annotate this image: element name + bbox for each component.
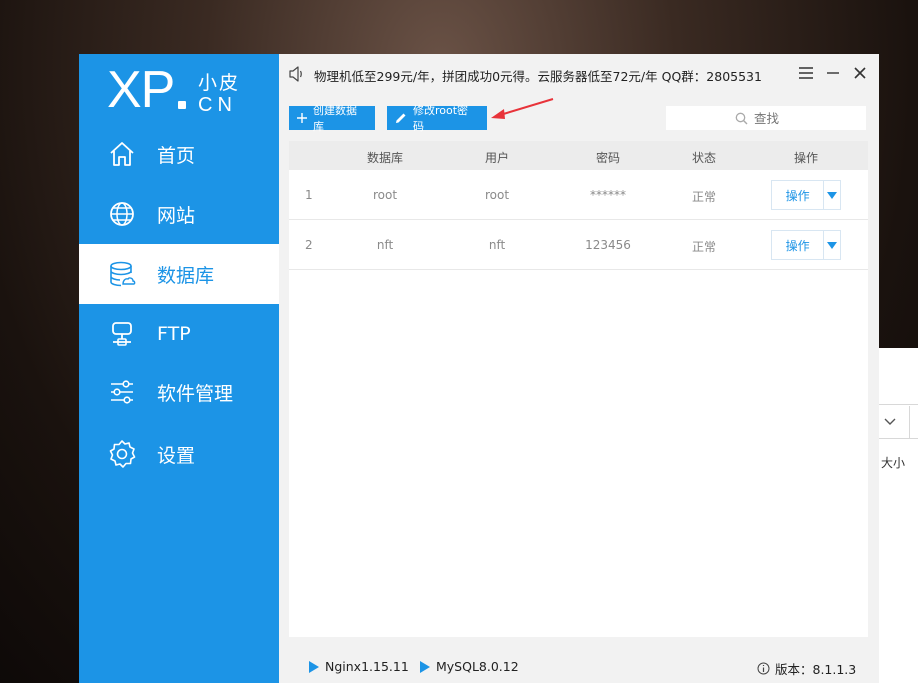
sidebar-item-label: 数据库	[157, 264, 215, 287]
logo-small-text: 小皮	[198, 72, 241, 94]
minimize-icon[interactable]	[824, 64, 842, 82]
chevron-down-icon[interactable]	[884, 416, 896, 429]
status-cell: 正常	[691, 190, 717, 204]
action-button-label[interactable]: 操作	[772, 231, 823, 259]
sidebar-item-ftp[interactable]: FTP	[79, 304, 279, 364]
table-header: 数据库 用户 密码 状态 操作	[289, 141, 868, 170]
plus-icon	[297, 113, 307, 123]
sidebar-item-label: FTP	[157, 323, 191, 345]
row-index: 2	[305, 238, 313, 252]
create-database-button[interactable]: 创建数据库	[289, 104, 375, 133]
background-divider	[878, 438, 918, 439]
logo-cn-text: CN	[198, 94, 237, 116]
logo-dot	[178, 101, 186, 109]
background-window: 大小	[878, 348, 918, 683]
main-panel: 物理机低至299元/年，拼团成功0元得。云服务器低至72元/年 QQ群：2805…	[279, 54, 879, 683]
menu-icon[interactable]	[797, 64, 815, 82]
database-table: 数据库 用户 密码 状态 操作 1 root root ****** 正常 操作	[289, 141, 868, 637]
info-icon	[757, 662, 770, 675]
logo-xp-text: XP	[107, 61, 175, 119]
column-header-status: 状态	[691, 151, 717, 165]
pencil-icon	[395, 112, 407, 124]
promo-notice[interactable]: 物理机低至299元/年，拼团成功0元得。云服务器低至72元/年 QQ群：2805…	[314, 66, 762, 85]
globe-icon	[107, 199, 137, 229]
table-row: 2 nft nft 123456 正常 操作	[289, 220, 868, 270]
user-cell: nft	[488, 238, 506, 252]
status-footer: Nginx1.15.11 MySQL8.0.12 版本：8.1.1.3	[279, 651, 879, 681]
sidebar-item-settings[interactable]: 设置	[79, 424, 279, 484]
phpstudy-window: XP 小皮 CN 首页 网站 数据库 FTP 软件管理 设置 物理机低至299元…	[79, 54, 879, 683]
sidebar-item-database[interactable]: 数据库	[79, 244, 279, 304]
status-cell: 正常	[691, 240, 717, 254]
column-header-password: 密码	[595, 151, 621, 165]
version-text: 版本：8.1.1.3	[775, 662, 857, 677]
sidebar-item-label: 设置	[157, 444, 196, 467]
logo: XP 小皮 CN	[107, 60, 257, 120]
search-icon[interactable]	[735, 112, 748, 125]
top-bar: 物理机低至299元/年，拼团成功0元得。云服务器低至72元/年 QQ群：2805…	[279, 54, 879, 94]
password-cell: ******	[590, 188, 626, 202]
annotation-arrow	[491, 98, 554, 119]
search-box[interactable]	[666, 106, 874, 130]
caret-down-icon[interactable]	[823, 231, 840, 259]
sidebar: XP 小皮 CN 首页 网站 数据库 FTP 软件管理 设置	[79, 54, 279, 683]
action-dropdown-button[interactable]: 操作	[771, 180, 841, 210]
mysql-status[interactable]: MySQL8.0.12	[420, 659, 519, 674]
column-header-user: 用户	[484, 151, 510, 165]
database-cell: root	[372, 188, 398, 202]
modify-root-password-button[interactable]: 修改root密码	[387, 104, 487, 133]
sidebar-item-label: 软件管理	[157, 382, 234, 405]
database-cell: nft	[376, 238, 394, 252]
caret-down-icon[interactable]	[823, 181, 840, 209]
close-icon[interactable]	[851, 64, 869, 82]
database-icon	[107, 259, 137, 289]
nginx-version: Nginx1.15.11	[325, 659, 409, 674]
app-version: 版本：8.1.1.3	[757, 659, 856, 678]
ftp-server-icon	[107, 319, 137, 349]
background-divider	[878, 404, 918, 405]
sidebar-item-website[interactable]: 网站	[79, 184, 279, 244]
home-icon	[107, 139, 137, 169]
sidebar-item-home[interactable]: 首页	[79, 124, 279, 184]
size-column-label: 大小	[881, 456, 906, 470]
play-icon	[309, 660, 319, 673]
background-separator	[909, 406, 910, 438]
nginx-status[interactable]: Nginx1.15.11	[309, 659, 409, 674]
speaker-icon	[288, 66, 306, 86]
password-cell: 123456	[585, 238, 631, 252]
create-database-label: 创建数据库	[313, 104, 357, 133]
column-header-action: 操作	[793, 151, 819, 165]
sidebar-item-software[interactable]: 软件管理	[79, 362, 279, 422]
gear-icon	[107, 439, 137, 469]
action-button-label[interactable]: 操作	[772, 181, 823, 209]
search-input[interactable]	[754, 110, 874, 126]
sidebar-item-label: 首页	[157, 144, 196, 167]
sliders-icon	[107, 377, 137, 407]
user-cell: root	[484, 188, 510, 202]
sidebar-item-label: 网站	[157, 204, 196, 227]
table-row: 1 root root ****** 正常 操作	[289, 170, 868, 220]
column-header-database: 数据库	[366, 151, 404, 165]
mysql-version: MySQL8.0.12	[436, 659, 519, 674]
action-dropdown-button[interactable]: 操作	[771, 230, 841, 260]
modify-root-password-label: 修改root密码	[413, 104, 469, 133]
row-index: 1	[305, 188, 313, 202]
play-icon	[420, 660, 430, 673]
